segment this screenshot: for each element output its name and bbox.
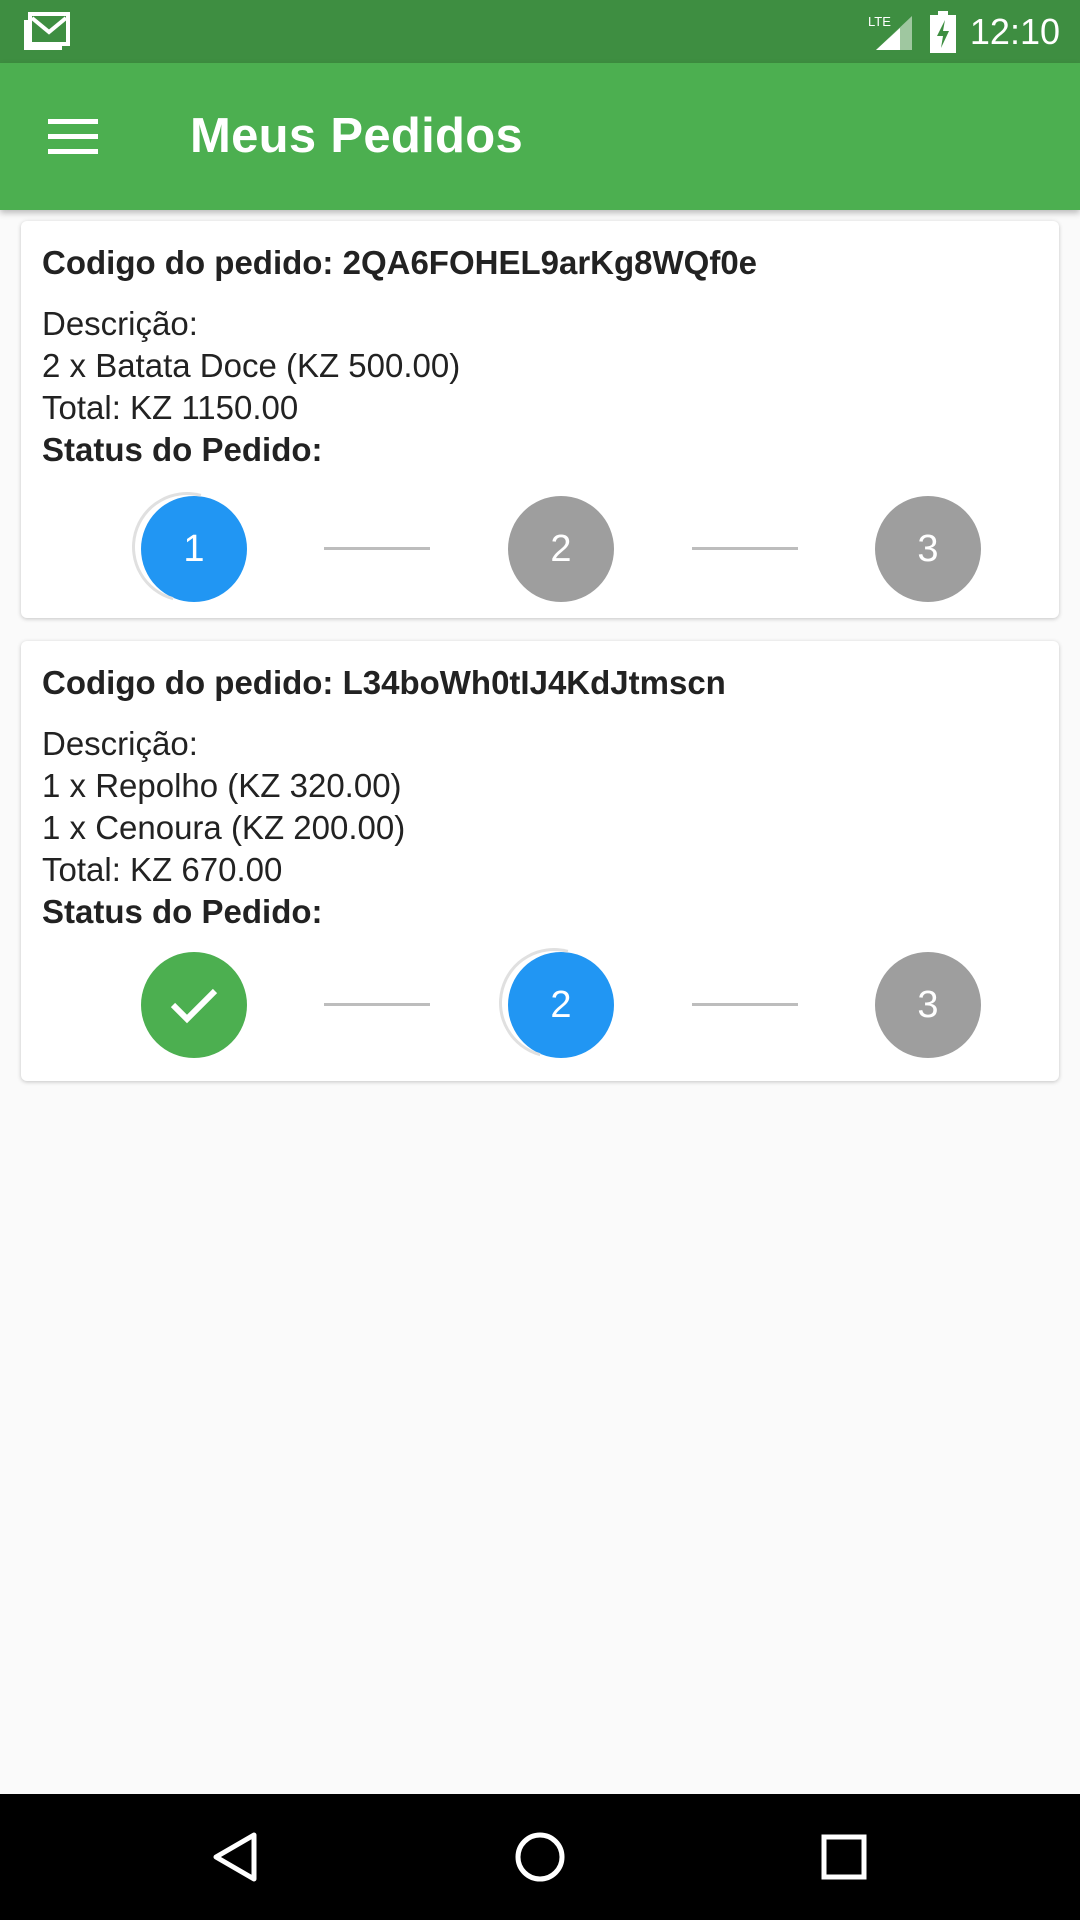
step-1: 1 [111,471,263,623]
home-icon [515,1832,565,1882]
recents-button[interactable] [806,1819,882,1895]
progress-ring [478,927,630,1079]
page-title: Meus Pedidos [190,109,524,163]
app-bar: Meus Pedidos [0,63,1080,210]
step-connector [692,1003,798,1006]
step-3: 3 [875,952,981,1058]
step-label: 3 [917,527,939,570]
order-item: 1 x Cenoura (KZ 200.00) [42,809,406,846]
recents-icon [821,1834,867,1880]
back-icon [213,1832,257,1882]
status-bar: LTE 12:10 [0,0,1080,63]
description-label: Descrição: [42,305,198,342]
menu-button[interactable] [38,109,108,165]
progress-ring [111,471,263,623]
order-status-stepper: 2 3 [42,927,1038,1079]
status-label: Status do Pedido: [42,431,323,468]
battery-charging-icon [929,10,956,53]
status-label: Status do Pedido: [42,893,323,930]
step-1 [141,952,247,1058]
step-2: 2 [478,927,630,1079]
description-label: Descrição: [42,725,198,762]
order-item: 2 x Batata Doce (KZ 500.00) [42,347,461,384]
step-connector [324,1003,430,1006]
navigation-bar [0,1794,1080,1920]
step-3: 3 [875,496,981,602]
order-total: Total: KZ 670.00 [42,851,283,888]
signal-icon: LTE [868,14,912,50]
network-label: LTE [868,14,891,29]
step-label: 2 [550,527,572,570]
step-connector [324,547,430,550]
order-code: Codigo do pedido: 2QA6FOHEL9arKg8WQf0e [42,244,758,281]
order-total: Total: KZ 1150.00 [42,389,299,426]
order-card[interactable]: Codigo do pedido: 2QA6FOHEL9arKg8WQf0e D… [21,221,1059,623]
step-2: 2 [508,496,614,602]
order-status-stepper: 1 2 3 [42,471,1038,623]
step-label: 3 [917,983,939,1026]
step-connector [692,547,798,550]
gmail-icon [24,12,70,50]
clock: 12:10 [969,10,1060,52]
menu-icon [48,119,98,154]
home-button[interactable] [502,1819,578,1895]
order-item: 1 x Repolho (KZ 320.00) [42,767,402,804]
back-button[interactable] [198,1819,274,1895]
order-code: Codigo do pedido: L34boWh0tIJ4KdJtmscn [42,664,726,701]
orders-list[interactable]: Codigo do pedido: 2QA6FOHEL9arKg8WQf0e D… [0,210,1080,1794]
order-card[interactable]: Codigo do pedido: L34boWh0tIJ4KdJtmscn D… [21,641,1059,1081]
check-icon [170,988,218,1024]
